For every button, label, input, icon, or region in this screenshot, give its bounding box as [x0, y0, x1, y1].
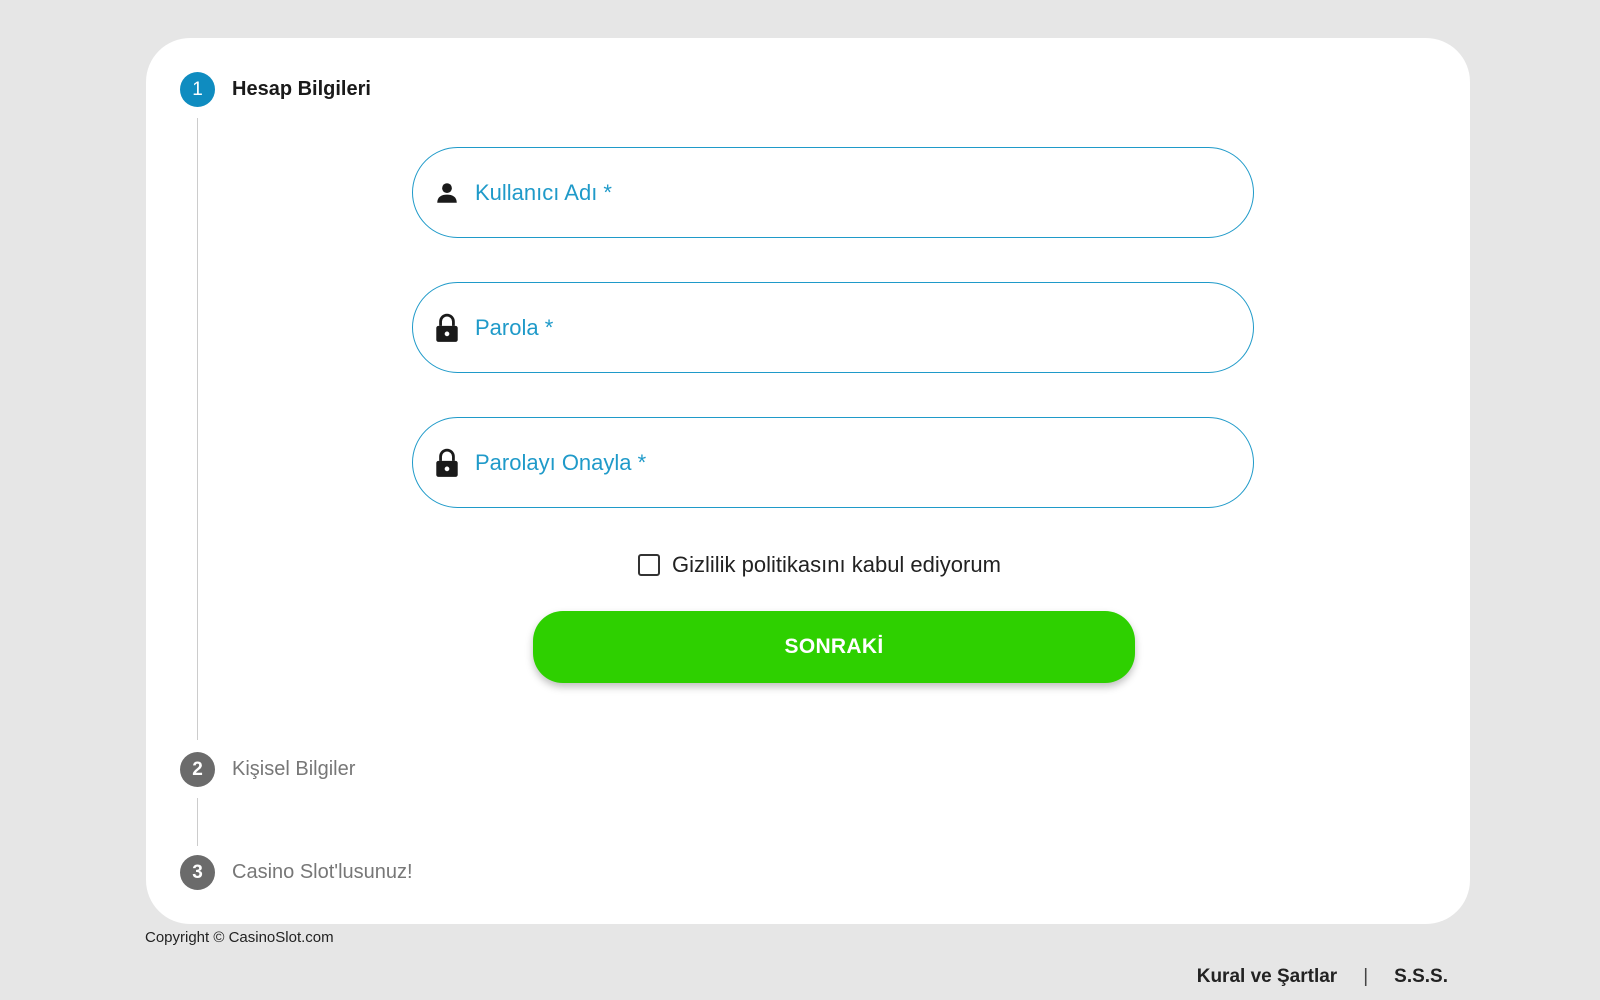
privacy-consent-label[interactable]: Gizlilik politikasını kabul ediyorum: [672, 552, 1001, 578]
footer-separator: |: [1363, 966, 1369, 987]
step-account-info: 1 Hesap Bilgileri: [180, 72, 371, 107]
lock-icon: [433, 448, 461, 477]
registration-card: 1 Hesap Bilgileri Kullanıcı Adı * Gizlil…: [146, 38, 1470, 924]
step-number-badge: 3: [180, 855, 215, 890]
privacy-checkbox[interactable]: [638, 554, 660, 576]
confirm-password-field-wrapper: [412, 417, 1254, 508]
footer-links: Kural ve Şartlar | S.S.S.: [1197, 966, 1448, 988]
password-field-wrapper: [412, 282, 1254, 373]
step-number-badge: 1: [180, 72, 215, 107]
step-label: Hesap Bilgileri: [232, 78, 371, 100]
confirm-password-input[interactable]: [475, 449, 1215, 476]
faq-link[interactable]: S.S.S.: [1394, 966, 1448, 988]
username-input[interactable]: [475, 179, 1215, 206]
step-complete: 3 Casino Slot'lusunuz!: [180, 855, 413, 890]
step-label: Casino Slot'lusunuz!: [232, 861, 413, 883]
user-icon: [433, 179, 461, 207]
password-input[interactable]: [475, 314, 1215, 341]
lock-icon: [433, 313, 461, 342]
step-connector: [197, 798, 198, 846]
step-number-badge: 2: [180, 752, 215, 787]
next-button[interactable]: SONRAKİ: [533, 611, 1135, 683]
username-field-wrapper: [412, 147, 1254, 238]
step-label: Kişisel Bilgiler: [232, 758, 356, 780]
copyright-text: Copyright © CasinoSlot.com: [145, 929, 334, 946]
terms-link[interactable]: Kural ve Şartlar: [1197, 966, 1337, 988]
privacy-consent: Gizlilik politikasını kabul ediyorum: [638, 552, 1001, 578]
step-personal-info: 2 Kişisel Bilgiler: [180, 752, 355, 787]
step-connector: [197, 118, 198, 740]
